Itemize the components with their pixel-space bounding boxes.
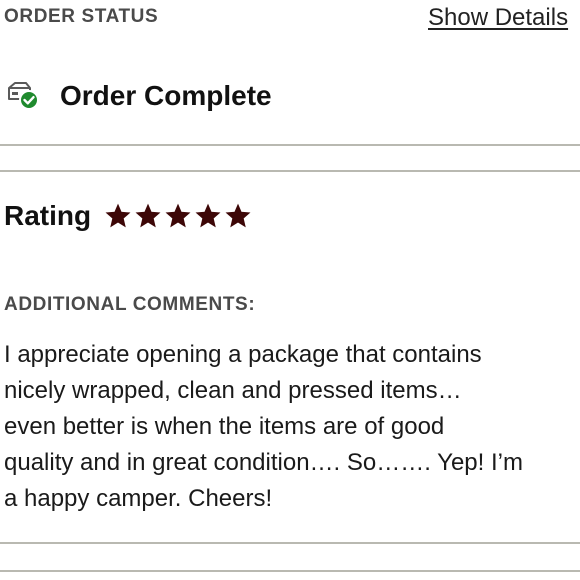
divider [0, 170, 580, 172]
order-status-heading: ORDER STATUS [4, 6, 159, 27]
order-status-text: Order Complete [60, 80, 272, 111]
rating-label: Rating [4, 200, 92, 231]
star-icon [195, 203, 221, 229]
star-icon [165, 203, 191, 229]
order-detail-page: ORDER STATUS Show Details Order Complete… [0, 0, 580, 580]
additional-comments-heading: ADDITIONAL COMMENTS: [4, 294, 256, 315]
divider [0, 570, 580, 572]
star-rating [105, 203, 255, 229]
star-icon [225, 203, 251, 229]
star-icon [135, 203, 161, 229]
rating-row: Rating [4, 196, 255, 236]
divider [0, 144, 580, 146]
order-status-row: Order Complete [6, 74, 272, 118]
comment-text: I appreciate opening a package that cont… [4, 341, 523, 512]
star-icon [105, 203, 131, 229]
divider [0, 542, 580, 544]
package-check-icon [6, 79, 40, 113]
show-details-link[interactable]: Show Details [428, 4, 568, 32]
